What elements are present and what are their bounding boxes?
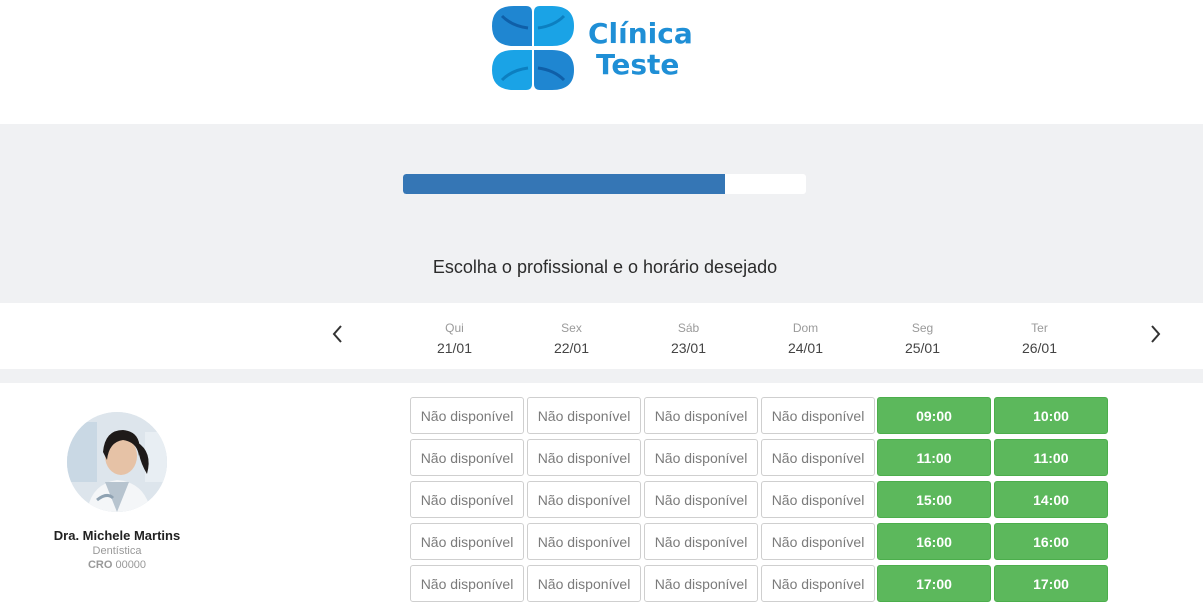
progress-bar (403, 174, 806, 194)
unavailable-slot: Não disponível (527, 439, 641, 476)
unavailable-slot: Não disponível (527, 397, 641, 434)
professional-name: Dra. Michele Martins (53, 528, 181, 543)
available-slot-button[interactable]: 17:00 (877, 565, 991, 602)
clinic-logo: Clínica Teste (488, 4, 703, 92)
day-header: Sex 22/01 (513, 320, 630, 357)
day-date: 22/01 (553, 340, 590, 356)
page-title: Escolha o profissional e o horário desej… (432, 257, 778, 277)
header: Clínica Teste (0, 0, 1203, 124)
unavailable-slot: Não disponível (761, 439, 875, 476)
available-slot-button[interactable]: 17:00 (994, 565, 1108, 602)
section-divider (0, 369, 1203, 383)
clinic-name-line1: Clínica (588, 17, 693, 50)
available-slot-button[interactable]: 10:00 (994, 397, 1108, 434)
day-date: 24/01 (787, 340, 824, 356)
day-date: 25/01 (904, 340, 941, 356)
day-weekday: Ter (1031, 321, 1048, 335)
day-header: Dom 24/01 (747, 320, 864, 357)
unavailable-slot: Não disponível (644, 523, 758, 560)
professional-avatar (67, 412, 167, 512)
clinic-name: Clínica Teste (588, 18, 693, 80)
day-weekday: Seg (911, 321, 934, 335)
clover-logo-icon (492, 6, 574, 90)
unavailable-slot: Não disponível (644, 397, 758, 434)
available-slot-button[interactable]: 16:00 (877, 523, 991, 560)
day-header: Seg 25/01 (864, 320, 981, 357)
unavailable-slot: Não disponível (644, 565, 758, 602)
day-date: 26/01 (1021, 340, 1058, 356)
unavailable-slot: Não disponível (410, 481, 524, 518)
available-slot-button[interactable]: 14:00 (994, 481, 1108, 518)
unavailable-slot: Não disponível (527, 523, 641, 560)
professional-card: Dra. Michele Martins Dentística CRO 0000… (37, 412, 197, 571)
unavailable-slot: Não disponível (410, 523, 524, 560)
day-header: Qui 21/01 (396, 320, 513, 357)
progress-fill (403, 174, 726, 194)
day-date: 21/01 (436, 340, 473, 356)
available-slot-button[interactable]: 09:00 (877, 397, 991, 434)
unavailable-slot: Não disponível (527, 481, 641, 518)
chevron-right-icon (1151, 325, 1161, 343)
unavailable-slot: Não disponível (644, 481, 758, 518)
cro-label: CRO (87, 559, 113, 571)
unavailable-slot: Não disponível (761, 397, 875, 434)
cro-value: 00000 (115, 559, 147, 571)
available-slot-button[interactable]: 15:00 (877, 481, 991, 518)
available-slot-button[interactable]: 11:00 (994, 439, 1108, 476)
unavailable-slot: Não disponível (761, 565, 875, 602)
day-header: Sáb 23/01 (630, 320, 747, 357)
chevron-left-icon (332, 325, 342, 343)
unavailable-slot: Não disponível (410, 439, 524, 476)
unavailable-slot: Não disponível (761, 523, 875, 560)
clinic-name-line2: Teste (596, 48, 680, 81)
unavailable-slot: Não disponível (761, 481, 875, 518)
day-date: 23/01 (670, 340, 707, 356)
available-slot-button[interactable]: 11:00 (877, 439, 991, 476)
day-weekday: Sáb (677, 321, 700, 335)
professional-cro: CRO 00000 (37, 559, 197, 571)
unavailable-slot: Não disponível (644, 439, 758, 476)
professional-photo (67, 412, 167, 512)
previous-week-button[interactable] (326, 320, 350, 348)
unavailable-slot: Não disponível (410, 565, 524, 602)
day-header: Ter 26/01 (981, 320, 1098, 357)
professional-specialty: Dentística (92, 545, 142, 557)
day-weekday: Dom (792, 321, 819, 335)
unavailable-slot: Não disponível (527, 565, 641, 602)
available-slot-button[interactable]: 16:00 (994, 523, 1108, 560)
next-week-button[interactable] (1143, 320, 1167, 348)
unavailable-slot: Não disponível (410, 397, 524, 434)
day-weekday: Sex (561, 321, 582, 335)
day-weekday: Qui (445, 321, 464, 335)
